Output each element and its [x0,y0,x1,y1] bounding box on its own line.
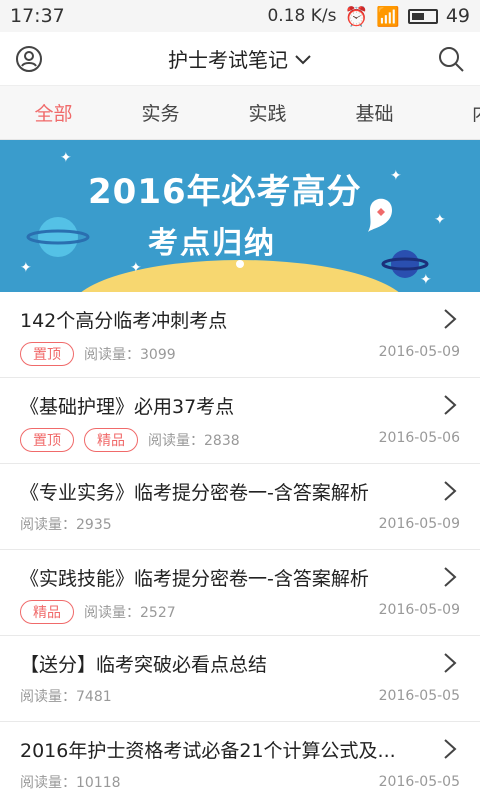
carousel-indicator[interactable] [236,260,244,268]
tab-all[interactable]: 全部 [0,99,107,126]
read-count: 阅读量：2838 [148,433,240,449]
read-count: 阅读量：10118 [20,775,121,791]
category-tabs: 全部 实务 实践 基础 内 [0,86,480,140]
star-icon: ✦ [390,168,402,184]
status-time: 17:37 [10,5,65,27]
title-text: 护士考试笔记 [168,48,288,72]
chevron-right-icon [444,309,457,329]
article-date: 2016-05-09 [378,344,460,360]
wifi-icon: 📶 [376,5,400,28]
user-icon[interactable] [14,44,44,74]
badge-featured: 精品 [84,428,138,452]
promo-banner[interactable]: ✦ ✦ ✦ ✦ ✦ ✦ 2016年必考高分 考点归纳 [0,140,480,292]
app-header: 护士考试笔记 [0,32,480,86]
article-meta: 精品 阅读量：2527 [20,600,176,624]
badge-pinned: 置顶 [20,342,74,366]
list-item[interactable]: 《基础护理》必用37考点 置顶 精品 阅读量：2838 2016-05-06 [0,378,480,464]
article-meta: 阅读量：10118 [20,772,121,792]
article-title: 《专业实务》临考提分密卷一-含答案解析 [20,482,369,504]
article-meta: 置顶 阅读量：3099 [20,342,176,366]
alarm-icon: ⏰ [344,5,369,28]
article-date: 2016-05-09 [378,602,460,618]
star-icon: ✦ [130,260,142,276]
read-count: 阅读量：2527 [84,605,176,621]
article-title: 142个高分临考冲刺考点 [20,310,228,332]
list-item[interactable]: 2016年护士资格考试必备21个计算公式及... 阅读量：10118 2016-… [0,722,480,800]
read-count: 阅读量：2935 [20,517,112,533]
status-icons: 0.18 K/s ⏰ 📶 49 [267,5,470,28]
article-title: 【送分】临考突破必看点总结 [20,654,268,676]
chevron-right-icon [444,395,457,415]
article-meta: 阅读量：7481 [20,686,112,706]
banner-title: 2016年必考高分 [88,172,362,212]
article-title: 《实践技能》临考提分密卷一-含答案解析 [20,568,369,590]
chevron-right-icon [444,567,457,587]
list-item[interactable]: 142个高分临考冲刺考点 置顶 阅读量：3099 2016-05-09 [0,292,480,378]
read-count: 阅读量：7481 [20,689,112,705]
tab-skills[interactable]: 实践 [214,99,321,126]
article-meta: 阅读量：2935 [20,514,112,534]
article-title: 《基础护理》必用37考点 [20,396,235,418]
list-item[interactable]: 【送分】临考突破必看点总结 阅读量：7481 2016-05-05 [0,636,480,722]
banner-subtitle: 考点归纳 [148,226,276,261]
star-icon: ✦ [20,260,32,276]
star-icon: ✦ [60,150,72,166]
article-date: 2016-05-05 [378,774,460,790]
read-count: 阅读量：3099 [84,347,176,363]
tab-practice[interactable]: 实务 [107,99,214,126]
search-icon[interactable] [436,44,466,74]
badge-featured: 精品 [20,600,74,624]
star-icon: ✦ [434,212,446,228]
article-date: 2016-05-05 [378,688,460,704]
status-bar: 17:37 0.18 K/s ⏰ 📶 49 [0,0,480,32]
chevron-right-icon [444,653,457,673]
network-speed: 0.18 K/s [267,6,337,26]
chevron-down-icon [294,47,312,71]
battery-icon [407,8,438,24]
list-item[interactable]: 《专业实务》临考提分密卷一-含答案解析 阅读量：2935 2016-05-09 [0,464,480,550]
chevron-right-icon [444,739,457,759]
article-meta: 置顶 精品 阅读量：2838 [20,428,240,452]
article-date: 2016-05-09 [378,516,460,532]
banner-decoration [26,198,429,292]
list-item[interactable]: 《实践技能》临考提分密卷一-含答案解析 精品 阅读量：2527 2016-05-… [0,550,480,636]
article-title: 2016年护士资格考试必备21个计算公式及... [20,740,396,762]
battery-level: 49 [445,5,470,27]
page-title[interactable]: 护士考试笔记 [168,44,312,73]
star-icon: ✦ [420,272,432,288]
chevron-right-icon [444,481,457,501]
tab-internal[interactable]: 内 [428,99,480,126]
badge-pinned: 置顶 [20,428,74,452]
tab-basics[interactable]: 基础 [321,99,428,126]
article-date: 2016-05-06 [378,430,460,446]
article-list: 142个高分临考冲刺考点 置顶 阅读量：3099 2016-05-09 《基础护… [0,292,480,800]
